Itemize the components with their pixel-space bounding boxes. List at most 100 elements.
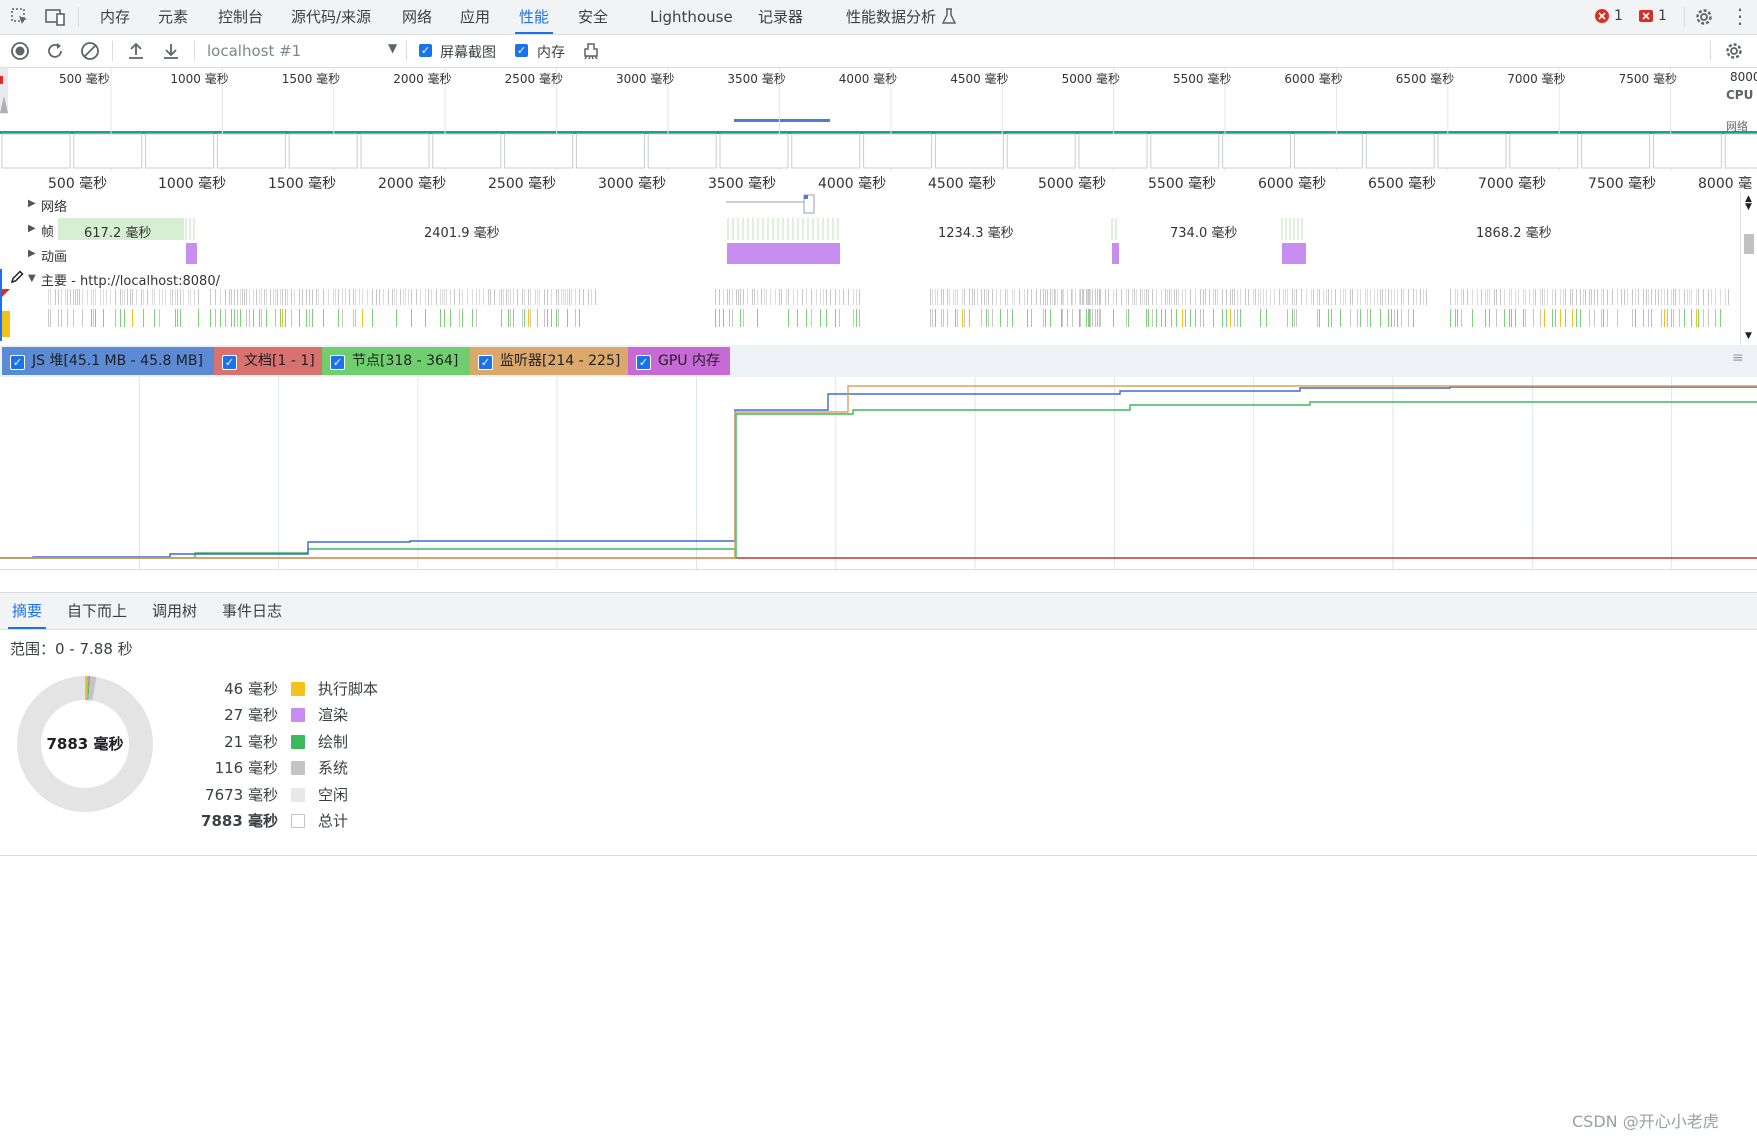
main-task-tick [1090, 289, 1091, 305]
divider [1710, 41, 1711, 61]
documents-checkbox[interactable]: ✓ [222, 355, 237, 370]
tab-elements[interactable]: 元素 [158, 0, 188, 34]
collapse-arrow-icon[interactable]: ▼ [28, 273, 36, 284]
animation-block[interactable] [1112, 243, 1119, 264]
screenshot-thumbnail[interactable] [1437, 133, 1507, 169]
tab-application[interactable]: 应用 [460, 0, 490, 34]
reload-record-icon[interactable] [45, 41, 65, 66]
gpu-memory-checkbox[interactable]: ✓ [636, 355, 651, 370]
nodes-checkbox[interactable]: ✓ [330, 355, 345, 370]
legend-gpu-memory[interactable]: ✓ GPU 内存 [628, 347, 730, 375]
device-toolbar-icon[interactable] [44, 7, 66, 32]
screenshot-thumbnail[interactable] [504, 133, 574, 169]
legend-documents[interactable]: ✓ 文档[1 - 1] [214, 347, 322, 375]
legend-js-heap[interactable]: ✓ JS 堆[45.1 MB - 45.8 MB] [2, 347, 214, 375]
edit-pencil-icon[interactable] [9, 269, 25, 291]
screenshot-thumbnail[interactable] [1724, 133, 1757, 169]
scrollbar-thumb[interactable] [1744, 234, 1754, 254]
screenshot-thumbnail[interactable] [1006, 133, 1076, 169]
main-task-tick [1052, 289, 1053, 305]
screenshot-thumbnail[interactable] [1222, 133, 1292, 169]
screenshot-thumbnail[interactable] [791, 133, 861, 169]
tab-lighthouse[interactable]: Lighthouse [650, 0, 733, 34]
screenshot-thumbnail[interactable] [1, 133, 71, 169]
memory-counter-graph[interactable] [0, 377, 1757, 570]
screenshot-thumbnail[interactable] [575, 133, 645, 169]
animation-track[interactable]: ▶ 动画 [0, 242, 1740, 268]
issues-count-icon[interactable] [1638, 8, 1654, 29]
screenshot-thumbnail[interactable] [1365, 133, 1435, 169]
scroll-down-arrow-icon[interactable]: ▼ [1745, 331, 1752, 341]
chevron-down-icon[interactable]: ▼ [388, 41, 397, 55]
listeners-checkbox[interactable]: ✓ [478, 355, 493, 370]
scroll-down-small-icon[interactable]: ▼ [1745, 202, 1752, 212]
network-track[interactable]: ▶ 网络 [0, 192, 1740, 218]
screenshot-thumbnail[interactable] [145, 133, 215, 169]
screenshot-thumbnail[interactable] [360, 133, 430, 169]
clear-icon[interactable] [80, 41, 100, 66]
main-subtask-tick [935, 309, 936, 327]
screenshot-thumbnail[interactable] [432, 133, 502, 169]
main-task-tick [1485, 289, 1486, 305]
issues-count[interactable]: 1 [1658, 8, 1667, 24]
animation-block[interactable] [1282, 243, 1306, 264]
expand-arrow-icon[interactable]: ▶ [28, 248, 36, 259]
garbage-collect-icon[interactable] [581, 41, 601, 66]
screenshot-thumbnail[interactable] [1509, 133, 1579, 169]
main-subtask-tick [943, 309, 944, 327]
error-count[interactable]: 1 [1614, 8, 1623, 24]
main-task-tick [362, 289, 363, 305]
tab-bottom-up[interactable]: 自下而上 [67, 593, 127, 629]
main-thread-track[interactable]: ▼ 主要 - http://localhost:8080/ [0, 267, 1740, 345]
network-request-bar[interactable] [720, 192, 820, 217]
tab-performance-insights[interactable]: 性能数据分析 [846, 0, 936, 34]
more-options-icon[interactable]: ⋮ [1730, 6, 1750, 26]
screenshot-thumbnail[interactable] [719, 133, 789, 169]
tab-summary[interactable]: 摘要 [7, 593, 47, 629]
tab-console[interactable]: 控制台 [218, 0, 263, 34]
target-select[interactable]: localhost #1 [207, 42, 301, 60]
main-task-tick [1728, 289, 1729, 305]
tab-event-log[interactable]: 事件日志 [222, 593, 282, 629]
tracks-scrollbar[interactable]: ▲ ▼ ▼ [1740, 192, 1757, 345]
screenshot-thumbnail[interactable] [1581, 133, 1651, 169]
upload-icon[interactable] [126, 41, 146, 66]
screenshot-thumbnail[interactable] [934, 133, 1004, 169]
record-icon[interactable] [10, 41, 30, 66]
error-count-icon[interactable] [1594, 8, 1610, 29]
inspect-element-icon[interactable] [10, 7, 30, 32]
main-task-tick [190, 289, 191, 305]
main-subtask-tick [1540, 309, 1541, 327]
screenshot-thumbnail[interactable] [1293, 133, 1363, 169]
animation-block[interactable] [727, 243, 840, 264]
legend-nodes[interactable]: ✓ 节点[318 - 364] [322, 347, 470, 375]
download-icon[interactable] [161, 41, 181, 66]
animation-block[interactable] [186, 243, 197, 264]
capture-settings-icon[interactable] [1724, 41, 1744, 66]
screenshot-thumbnail[interactable] [73, 133, 143, 169]
screenshot-thumbnail[interactable] [647, 133, 717, 169]
drag-handle-icon[interactable]: ≡ [1732, 350, 1744, 366]
screenshot-thumbnail[interactable] [216, 133, 286, 169]
frames-track[interactable]: ▶ 帧 617.2 毫秒 2401.9 毫秒 1234.3 毫秒 734.0 毫… [0, 217, 1740, 243]
tab-recorder[interactable]: 记录器 [758, 0, 803, 34]
screenshot-thumbnail[interactable] [288, 133, 358, 169]
js-heap-checkbox[interactable]: ✓ [10, 355, 25, 370]
tab-security[interactable]: 安全 [578, 0, 608, 34]
screenshot-thumbnail[interactable] [1078, 133, 1148, 169]
timeline-overview[interactable]: CPU 网络 500 毫秒 1000 毫秒 1500 毫秒 2000 毫秒 2500 毫… [0, 68, 1757, 172]
settings-gear-icon[interactable] [1694, 7, 1714, 32]
main-subtask-tick [103, 309, 104, 327]
screenshot-thumbnail[interactable] [863, 133, 933, 169]
expand-arrow-icon[interactable]: ▶ [28, 198, 36, 209]
tab-sources[interactable]: 源代码/来源 [291, 0, 371, 34]
legend-listeners[interactable]: ✓ 监听器[214 - 225] [470, 347, 628, 375]
memory-checkbox[interactable]: ✓ [515, 44, 528, 57]
screenshots-checkbox[interactable]: ✓ [419, 44, 432, 57]
tab-performance[interactable]: 性能 [514, 0, 554, 34]
tab-memory[interactable]: 内存 [100, 0, 130, 34]
tab-call-tree[interactable]: 调用树 [152, 593, 197, 629]
screenshot-thumbnail[interactable] [1150, 133, 1220, 169]
tab-network[interactable]: 网络 [402, 0, 432, 34]
screenshot-thumbnail[interactable] [1652, 133, 1722, 169]
